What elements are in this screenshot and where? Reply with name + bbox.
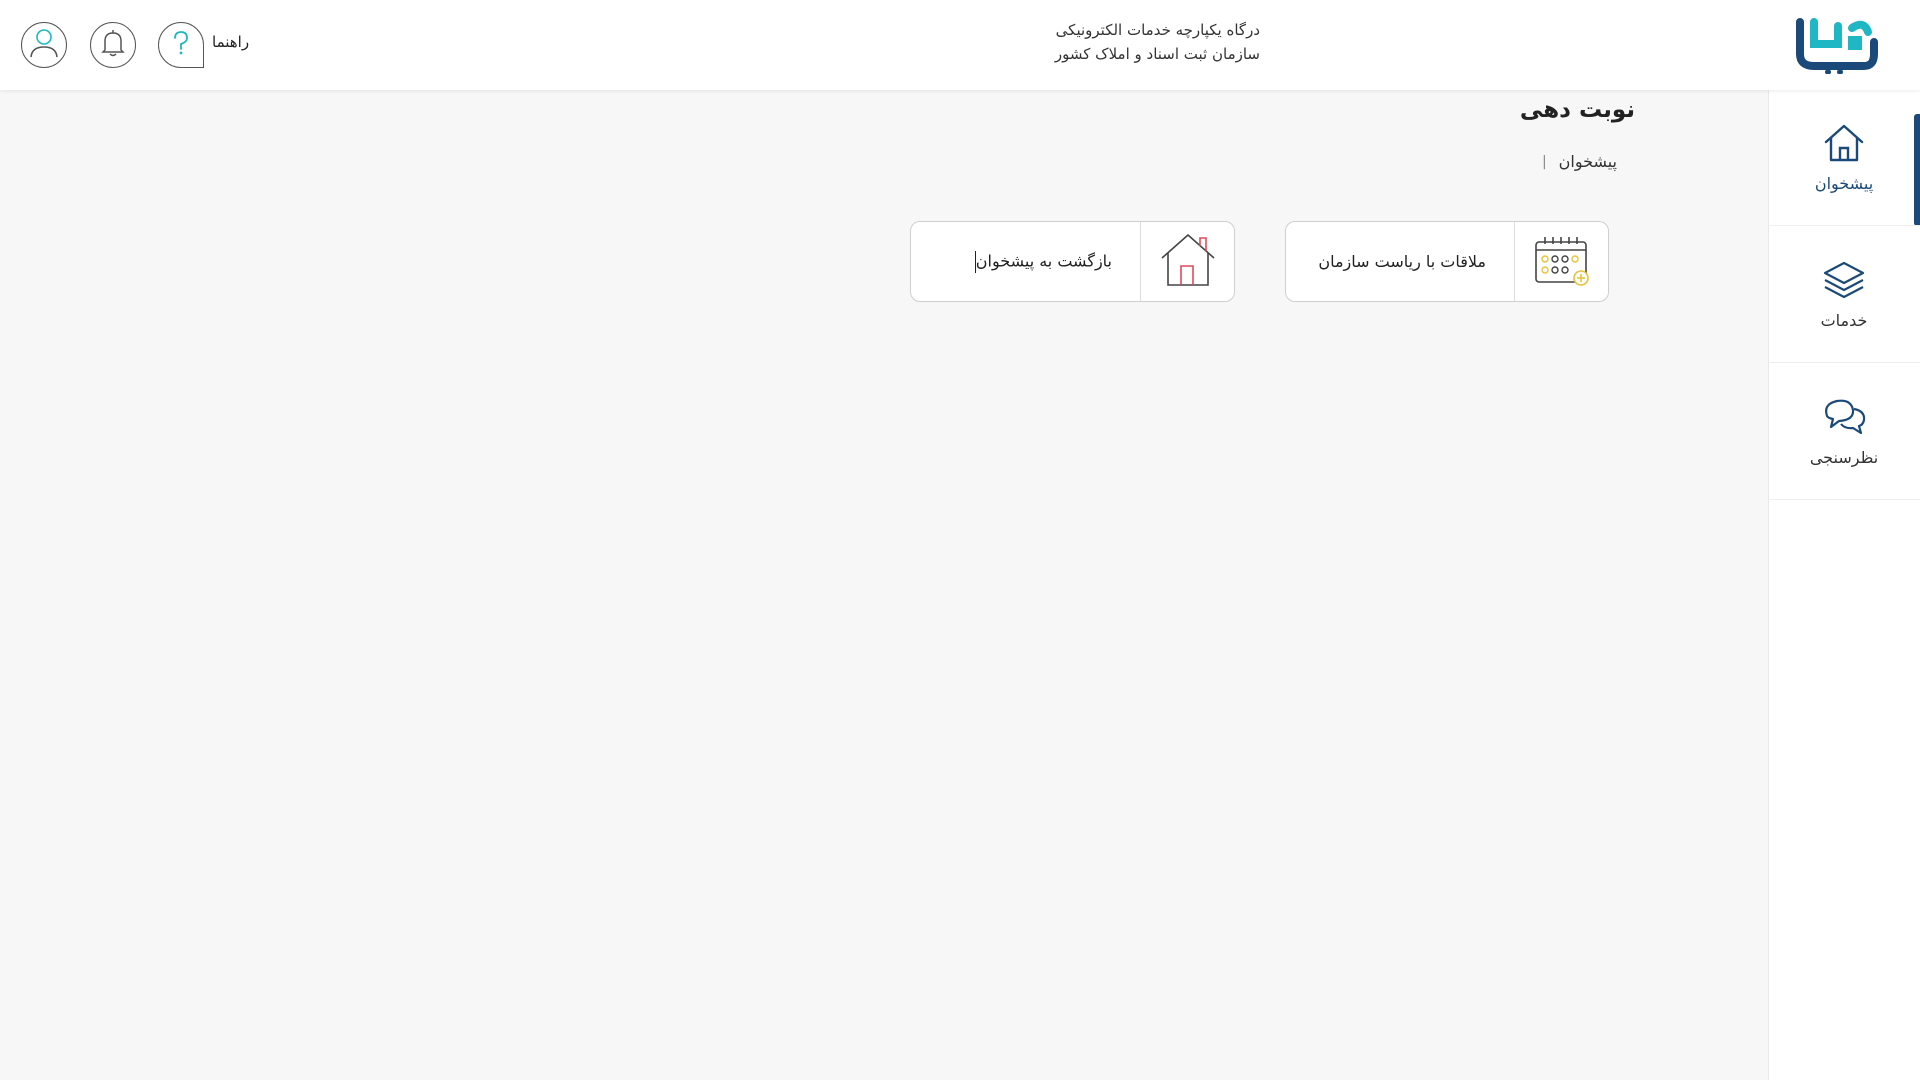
sidebar-item-label: خدمات [1820,311,1868,330]
house-icon [1159,232,1217,292]
card-icon-box [1514,222,1608,301]
bell-icon [100,28,126,62]
sidebar-item-survey[interactable]: نظرسنجی [1768,364,1920,500]
breadcrumb: پیشخوان | [1542,152,1617,171]
user-icon [24,23,64,67]
layers-icon [1822,259,1866,305]
sidebar-item-label: نظرسنجی [1809,448,1879,467]
home-icon [1822,122,1866,168]
top-header: درگاه یکپارچه خدمات الکترونیکی سازمان ثب… [0,0,1920,90]
card-label: ملاقات با ریاست سازمان [1318,252,1486,271]
help-label[interactable]: راهنما [212,33,249,51]
card-icon-box [1140,222,1234,301]
chat-bubbles-icon [1821,396,1867,442]
breadcrumb-item-dashboard[interactable]: پیشخوان [1559,152,1617,171]
right-sidebar: پیشخوان خدمات نظرسنجی [1768,90,1920,1080]
question-icon [169,29,193,61]
portal-title-line1: درگاه یکپارچه خدمات الکترونیکی [1055,21,1260,39]
calendar-add-icon [1533,234,1591,290]
help-button[interactable] [158,22,204,68]
back-to-dashboard-card[interactable]: بازگشت به پیشخوان [910,221,1235,302]
sidebar-item-label: پیشخوان [1814,174,1874,193]
portal-title: درگاه یکپارچه خدمات الکترونیکی سازمان ثب… [860,18,1260,66]
meeting-with-head-card[interactable]: ملاقات با ریاست سازمان [1285,221,1609,302]
user-profile-button[interactable] [21,22,67,68]
breadcrumb-separator: | [1541,153,1547,170]
page-title: نوبت دهی [1519,97,1635,123]
sidebar-item-services[interactable]: خدمات [1768,227,1920,363]
notifications-button[interactable] [90,22,136,68]
portal-title-line2: سازمان ثبت اسناد و املاک کشور [1054,45,1260,63]
card-label-text: بازگشت به پیشخوان [975,251,1112,270]
sidebar-item-dashboard[interactable]: پیشخوان [1768,90,1920,226]
card-label: بازگشت به پیشخوان [911,250,1140,273]
sabt-man-logo[interactable] [1794,14,1882,75]
